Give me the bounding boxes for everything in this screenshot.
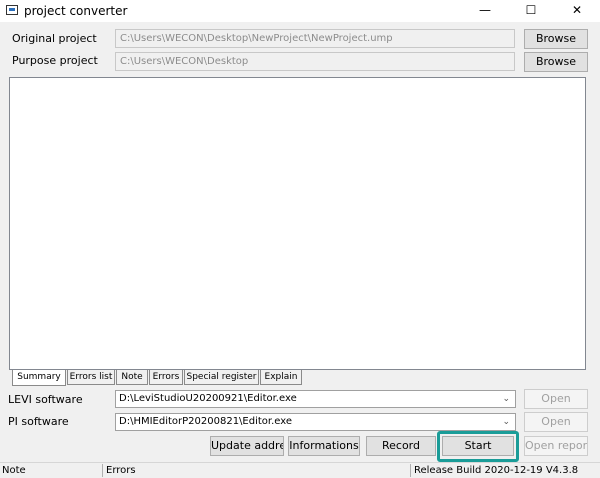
window-title: project converter <box>24 4 128 18</box>
informations-button[interactable]: Informations <box>288 436 360 456</box>
tab-explain[interactable]: Explain <box>260 370 302 385</box>
pi-software-select[interactable]: D:\HMIEditorP20200821\Editor.exe ⌄ <box>115 413 516 431</box>
minimize-button[interactable]: — <box>462 0 508 22</box>
pi-software-value: D:\HMIEditorP20200821\Editor.exe <box>119 416 293 427</box>
record-button[interactable]: Record <box>366 436 436 456</box>
browse-purpose-button[interactable]: Browse <box>524 52 588 72</box>
tab-special-register[interactable]: Special register <box>184 370 259 385</box>
status-errors: Errors <box>106 465 136 476</box>
pi-software-label: PI software <box>8 415 69 428</box>
status-bar: Note Errors Release Build 2020-12-19 V4.… <box>0 462 600 478</box>
levi-software-select[interactable]: D:\LeviStudioU20200921\Editor.exe ⌄ <box>115 390 516 408</box>
title-bar: project converter — ☐ ✕ <box>0 0 600 22</box>
open-pi-button[interactable]: Open <box>524 412 588 432</box>
tab-errors-list[interactable]: Errors list <box>67 370 115 385</box>
purpose-project-label: Purpose project <box>12 54 98 67</box>
original-project-label: Original project <box>12 32 97 45</box>
start-button[interactable]: Start <box>442 436 514 456</box>
open-levi-button[interactable]: Open <box>524 389 588 409</box>
update-address-button[interactable]: Update address <box>210 436 284 456</box>
levi-software-label: LEVI software <box>8 393 83 406</box>
status-divider <box>102 464 103 477</box>
purpose-project-field[interactable]: C:\Users\WECON\Desktop <box>115 52 515 71</box>
status-note: Note <box>2 465 26 476</box>
status-divider <box>410 464 411 477</box>
close-button[interactable]: ✕ <box>554 0 600 22</box>
chevron-down-icon: ⌄ <box>502 394 510 404</box>
levi-software-value: D:\LeviStudioU20200921\Editor.exe <box>119 393 297 404</box>
chevron-down-icon: ⌄ <box>502 417 510 427</box>
original-project-field[interactable]: C:\Users\WECON\Desktop\NewProject\NewPro… <box>115 29 515 48</box>
tab-errors[interactable]: Errors <box>149 370 183 385</box>
maximize-button[interactable]: ☐ <box>508 0 554 22</box>
tab-note[interactable]: Note <box>116 370 148 385</box>
status-build-version: Release Build 2020-12-19 V4.3.8 <box>414 465 579 476</box>
open-report-button[interactable]: Open report <box>524 436 588 456</box>
output-text-area[interactable] <box>9 77 586 370</box>
browse-original-button[interactable]: Browse <box>524 29 588 49</box>
tab-summary[interactable]: Summary <box>12 370 66 386</box>
app-icon <box>6 5 18 15</box>
